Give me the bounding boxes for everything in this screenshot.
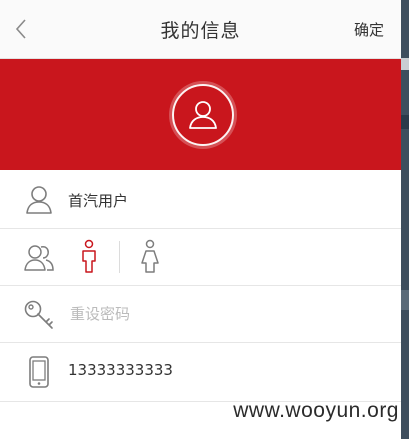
user-avatar-icon — [189, 101, 217, 129]
profile-screen: 我的信息 确定 首汽用户 13333333333 www.wooyun.org — [0, 0, 409, 439]
confirm-button[interactable]: 确定 — [354, 19, 384, 40]
background-window-edge — [401, 0, 409, 439]
avatar[interactable] — [172, 84, 234, 146]
key-icon — [24, 300, 53, 329]
phone-icon — [29, 356, 49, 388]
phone-row: 13333333333 — [0, 343, 401, 402]
nav-bar: 我的信息 确定 — [0, 0, 401, 59]
phone-value: 13333333333 — [68, 361, 173, 379]
page-title: 我的信息 — [160, 20, 241, 42]
user-icon — [26, 186, 52, 214]
profile-banner — [0, 59, 401, 170]
male-icon — [82, 239, 96, 273]
gender-divider — [119, 241, 120, 273]
gender-male-option[interactable] — [78, 239, 100, 275]
gender-female-option[interactable] — [139, 239, 161, 275]
watermark-text: www.wooyun.org — [233, 399, 399, 422]
password-input[interactable] — [68, 300, 372, 328]
password-row — [0, 286, 401, 343]
female-icon — [141, 239, 159, 273]
nickname-row[interactable]: 首汽用户 — [0, 172, 401, 229]
gender-row — [0, 229, 401, 286]
nickname-value: 首汽用户 — [68, 192, 129, 210]
users-icon — [24, 245, 54, 271]
